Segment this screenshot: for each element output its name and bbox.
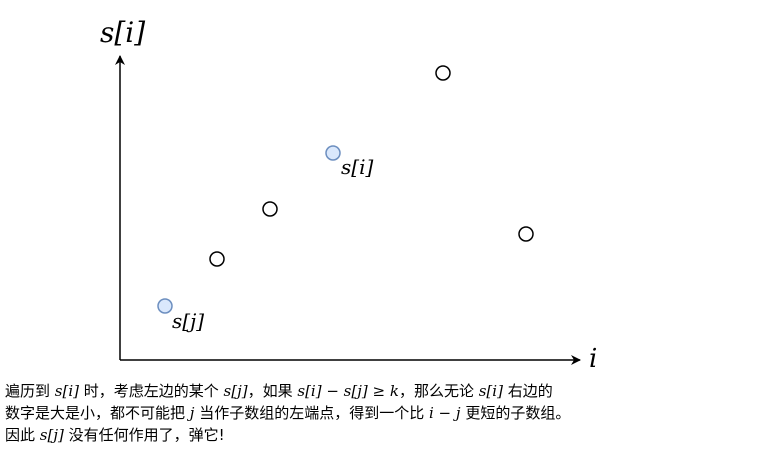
- point: [262, 201, 278, 217]
- point: [518, 226, 534, 242]
- caption-text: 遍历到: [5, 382, 55, 400]
- caption-text: 没有任何作用了，弹它!: [63, 426, 225, 444]
- point-s-j: [157, 298, 173, 314]
- y-axis-label: s[i]: [100, 16, 145, 49]
- caption-math: i − j: [428, 404, 461, 422]
- caption: 遍历到 s[i] 时，考虑左边的某个 s[j]，如果 s[i] − s[j] ≥…: [5, 380, 755, 446]
- caption-math: s[j]: [223, 382, 248, 400]
- caption-text: 当作子数组的左端点，得到一个比: [194, 404, 429, 422]
- caption-text: ，那么无论: [398, 382, 479, 400]
- caption-text: 因此: [5, 426, 40, 444]
- caption-line-1: 遍历到 s[i] 时，考虑左边的某个 s[j]，如果 s[i] − s[j] ≥…: [5, 380, 755, 402]
- x-axis-label: i: [589, 344, 597, 374]
- caption-text: 时，考虑左边的某个: [78, 382, 224, 400]
- point-s-i: [325, 145, 341, 161]
- caption-math: s[i] − s[j] ≥ k: [297, 382, 399, 400]
- caption-text: ，如果: [247, 382, 298, 400]
- caption-text: 右边的: [502, 382, 553, 400]
- caption-line-3: 因此 s[j] 没有任何作用了，弹它!: [5, 424, 755, 446]
- point-label-s-j: s[j]: [172, 309, 204, 333]
- caption-math: s[j]: [39, 426, 64, 444]
- caption-line-2: 数字是大是小，都不可能把 j 当作子数组的左端点，得到一个比 i − j 更短的…: [5, 402, 755, 424]
- caption-text: 数字是大是小，都不可能把: [5, 404, 190, 422]
- point: [209, 251, 225, 267]
- caption-math: s[i]: [54, 382, 79, 400]
- caption-math: s[i]: [478, 382, 503, 400]
- point: [435, 65, 451, 81]
- caption-text: 更短的子数组。: [460, 404, 571, 422]
- point-label-s-i: s[i]: [341, 155, 373, 179]
